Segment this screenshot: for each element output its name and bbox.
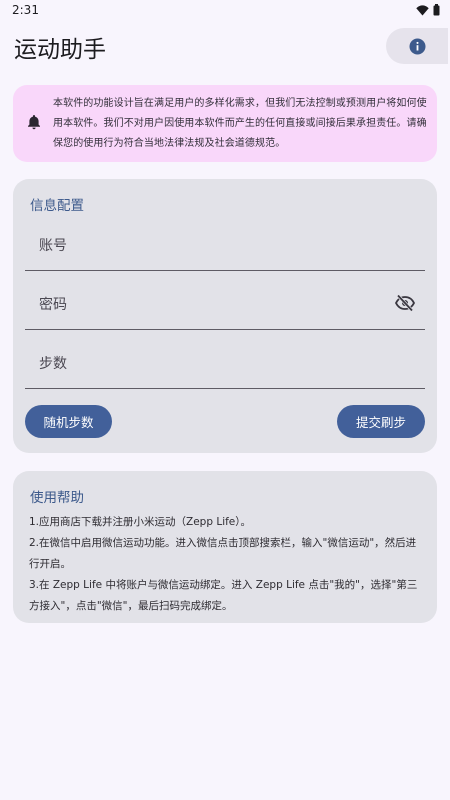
bell-icon (27, 114, 41, 134)
status-time: 2:31 (12, 3, 39, 17)
battery-icon (433, 4, 440, 16)
wifi-icon (416, 4, 429, 15)
submit-steps-button[interactable]: 提交刷步 (337, 405, 425, 438)
random-steps-button[interactable]: 随机步数 (25, 405, 112, 438)
account-field[interactable]: 账号 (25, 220, 425, 271)
eye-off-icon[interactable] (394, 294, 416, 316)
disclaimer-text: 本软件的功能设计旨在满足用户的多样化需求，但我们无法控制或预测用户将如何使用本软… (53, 98, 427, 149)
account-label: 账号 (39, 238, 67, 254)
help-text: 1.应用商店下载并注册小米运动（Zepp Life）。 2.在微信中启用微信运动… (29, 512, 424, 617)
info-button[interactable] (386, 28, 448, 64)
info-icon (409, 38, 425, 54)
help-item: 1.应用商店下载并注册小米运动（Zepp Life）。 (29, 516, 252, 528)
help-card: 使用帮助 1.应用商店下载并注册小米运动（Zepp Life）。 2.在微信中启… (13, 471, 437, 623)
help-item: 3.在 Zepp Life 中将账户与微信运动绑定。进入 Zepp Life 点… (29, 579, 418, 612)
config-title: 信息配置 (30, 198, 84, 214)
help-title: 使用帮助 (30, 490, 84, 506)
app-title: 运动助手 (14, 37, 106, 63)
status-bar: 2:31 (0, 0, 450, 22)
disclaimer-notice: 本软件的功能设计旨在满足用户的多样化需求，但我们无法控制或预测用户将如何使用本软… (13, 85, 437, 162)
steps-field[interactable]: 步数 (25, 338, 425, 389)
password-label: 密码 (39, 297, 67, 313)
config-card: 信息配置 账号 密码 步数 随机步数 提交刷步 (13, 179, 437, 453)
password-field[interactable]: 密码 (25, 279, 425, 330)
help-item: 2.在微信中启用微信运动功能。进入微信点击顶部搜索栏，输入"微信运动"，然后进行… (29, 537, 417, 570)
steps-label: 步数 (39, 356, 67, 372)
status-icons (416, 4, 440, 16)
